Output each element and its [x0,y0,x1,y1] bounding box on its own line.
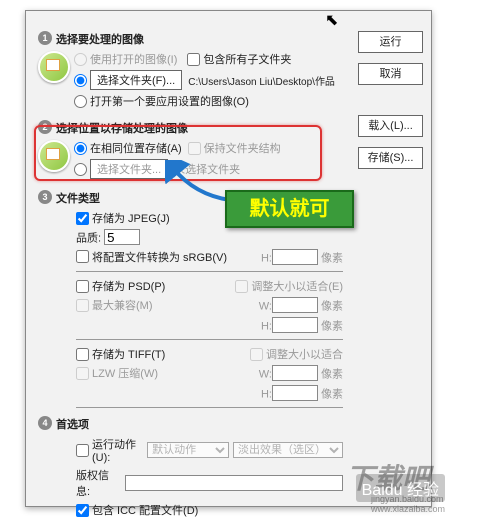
psd-h-input [272,317,318,333]
step-3-badge: 3 [38,190,52,204]
chk-psd[interactable]: 存储为 PSD(P) [76,278,165,294]
step-4-badge: 4 [38,416,52,430]
save-button[interactable]: 存储(S)... [358,147,423,169]
btn-select-folder-2[interactable]: 选择文件夹... [90,159,168,179]
chk-resize-tiff[interactable]: 调整大小以适合 [250,346,343,362]
opt-select-folder[interactable] [74,74,87,87]
opt-choose-folder[interactable] [74,163,87,176]
btn-select-folder-1[interactable]: 选择文件夹(F)... [90,70,182,90]
load-button[interactable]: 载入(L)... [358,115,423,137]
jpeg-h-input [272,249,318,265]
sect4-title: 首选项 [56,419,89,431]
no-folder-hint: 未选择文件夹 [174,161,240,177]
cancel-button[interactable]: 取消 [358,63,423,85]
step-2-badge: 2 [38,120,52,134]
action-select: 默认动作 [147,442,229,458]
quality-label: 品质: [76,233,101,245]
chk-jpeg[interactable]: 存储为 JPEG(J) [76,210,170,226]
path-text: C:\Users\Jason Liu\Desktop\作品 [188,73,335,88]
opt-use-open[interactable]: 使用打开的图像(I) [74,51,177,67]
sect1-title: 选择要处理的图像 [56,34,144,46]
opt-open-first[interactable]: 打开第一个要应用设置的图像(O) [74,93,249,109]
callout-box: 默认就可 [225,190,354,228]
tiff-h-input [272,385,318,401]
copyright-input[interactable] [125,475,343,491]
chk-run-action[interactable]: 运行动作(U): [76,436,147,464]
copyright-label: 版权信息: [76,467,121,499]
fade-select: 淡出效果（选区） [233,442,343,458]
sect3-title: 文件类型 [56,193,100,205]
watermark-url: jingyan.baidu.com www.xiazaiba.com [371,494,445,514]
run-button[interactable]: 运行 [358,31,423,53]
chk-maxcompat[interactable]: 最大兼容(M) [76,297,153,313]
chk-subfolders[interactable]: 包含所有子文件夹 [187,51,291,67]
chk-resize-psd[interactable]: 调整大小以适合(E) [235,278,343,294]
folder-icon [38,51,70,83]
sect2-title: 选择位置以存储处理的图像 [56,123,188,135]
step-1-badge: 1 [38,31,52,45]
chk-keep-structure[interactable]: 保持文件夹结构 [188,140,281,156]
chk-icc[interactable]: 包含 ICC 配置文件(D) [76,502,198,518]
chk-tiff[interactable]: 存储为 TIFF(T) [76,346,165,362]
opt-same-location[interactable]: 在相同位置存储(A) [74,140,182,156]
psd-w-input [272,297,318,313]
folder-icon-2 [38,140,70,172]
tiff-w-input [272,365,318,381]
quality-input[interactable] [104,229,140,245]
chk-lzw[interactable]: LZW 压缩(W) [76,365,158,381]
chk-srgb[interactable]: 将配置文件转换为 sRGB(V) [76,249,227,265]
